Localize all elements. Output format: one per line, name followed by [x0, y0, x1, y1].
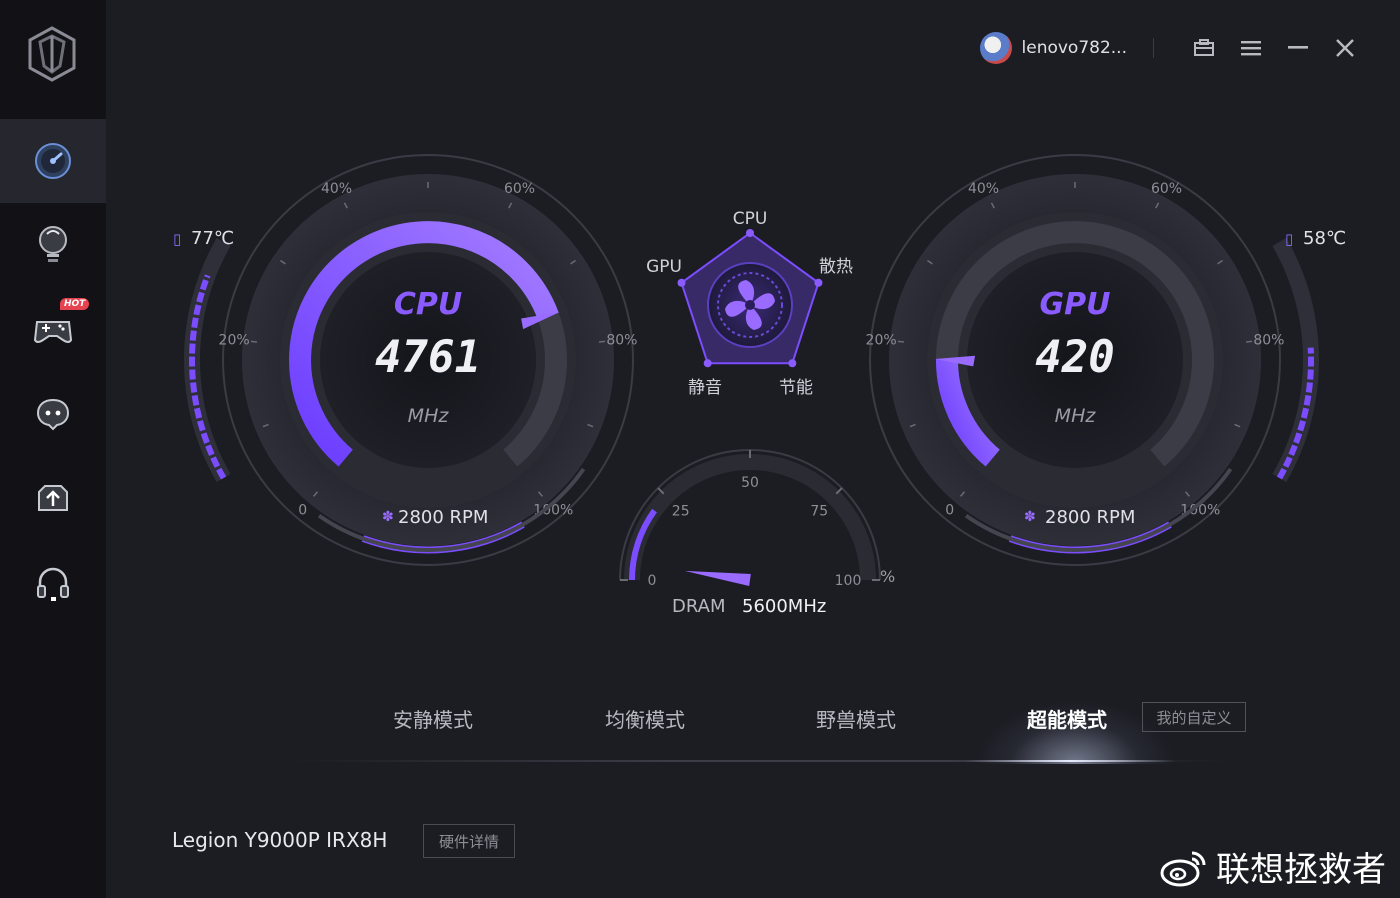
tab-beast-mode[interactable]: 野兽模式: [816, 704, 896, 733]
dram-unit: %: [880, 567, 895, 586]
cpu-frequency: 4761: [375, 332, 481, 383]
cpu-tick-label: 0: [298, 502, 307, 518]
cpu-tick: [250, 340, 258, 343]
tab-balanced-mode[interactable]: 均衡模式: [605, 704, 685, 733]
fan-icon: ✽: [1024, 509, 1036, 525]
gpu-tick-label: 20%: [866, 333, 897, 349]
active-mode-indicator: [965, 760, 1175, 762]
custom-mode-button[interactable]: 我的自定义: [1142, 702, 1246, 732]
hardware-details-button[interactable]: 硬件详情: [423, 824, 515, 858]
gpu-label: GPU: [1040, 287, 1111, 322]
gpu-tick-label: 60%: [1151, 181, 1182, 197]
tab-super-mode[interactable]: 超能模式: [1027, 704, 1107, 733]
gpu-tick: [1245, 340, 1253, 343]
dram-tick-label: 25: [672, 504, 690, 520]
weibo-watermark: 联想拯救者: [1160, 842, 1386, 891]
fan-icon: ✽: [382, 509, 394, 525]
performance-radar: CPU 散热 节能 静音 GPU: [646, 209, 853, 398]
radar-label-quiet: 静音: [688, 378, 722, 398]
dram-gauge: 0 25 50 75 100 % DRAM 5600MHz: [619, 449, 895, 617]
radar-vertex: [746, 229, 754, 237]
gpu-unit: MHz: [1055, 405, 1097, 427]
radar-vertex: [814, 278, 823, 287]
gpu-gauge: 020%40% 60%80%100% GPU 420 MHz ✽ 2800 RPM…: [866, 154, 1346, 566]
dram-tick-label: 75: [810, 504, 828, 520]
dram-needle: [684, 570, 751, 586]
cpu-label: CPU: [394, 287, 462, 322]
device-name: Legion Y9000P IRX8H: [172, 828, 388, 852]
cpu-fan-speed: 2800 RPM: [398, 507, 488, 528]
gpu-tick: [897, 340, 905, 343]
watermark-text: 联想拯救者: [1216, 850, 1386, 890]
gpu-frequency: 420: [1035, 332, 1114, 383]
dram-tick-label: 0: [648, 573, 657, 589]
cpu-tick-label: 20%: [219, 333, 250, 349]
dram-tick-label: 50: [741, 475, 759, 491]
dashboard-gauges: 0 20% 40% 60% 80% 100% CPU 4761 MHz ✽ 2800 RP…: [173, 154, 1346, 617]
radar-label-energy: 节能: [779, 378, 813, 398]
radar-vertex: [703, 359, 712, 368]
cpu-tick-label: 80%: [606, 333, 637, 349]
cpu-tick: [598, 340, 606, 343]
thermometer-icon: ▯: [1285, 230, 1293, 248]
tab-quiet-mode[interactable]: 安静模式: [393, 704, 473, 733]
gpu-tick-label: 40%: [968, 181, 999, 197]
dram-tick-label: 100: [835, 573, 862, 589]
radar-vertex: [788, 359, 797, 368]
cpu-gauge: 020%40% 60%80%100% CPU 4761 MHz ✽ 2800 RP…: [173, 154, 637, 566]
gpu-fan-speed: 2800 RPM: [1045, 507, 1135, 528]
weibo-icon: [1160, 851, 1206, 886]
cpu-tick-label: 60%: [504, 181, 535, 197]
radar-label-cooling: 散热: [819, 257, 853, 277]
gpu-temperature: 58℃: [1303, 228, 1346, 249]
dram-label: DRAM: [672, 596, 725, 617]
cpu-unit: MHz: [408, 405, 450, 427]
cpu-temperature: 77℃: [191, 228, 234, 249]
dram-frequency: 5600MHz: [742, 596, 826, 617]
gpu-tick-label: 0: [945, 502, 954, 518]
thermometer-icon: ▯: [173, 230, 181, 248]
gpu-tick-label: 80%: [1253, 333, 1284, 349]
cpu-tick-label: 40%: [321, 181, 352, 197]
radar-label-cpu: CPU: [733, 209, 768, 229]
radar-vertex: [677, 278, 686, 287]
radar-label-gpu: GPU: [646, 257, 682, 277]
